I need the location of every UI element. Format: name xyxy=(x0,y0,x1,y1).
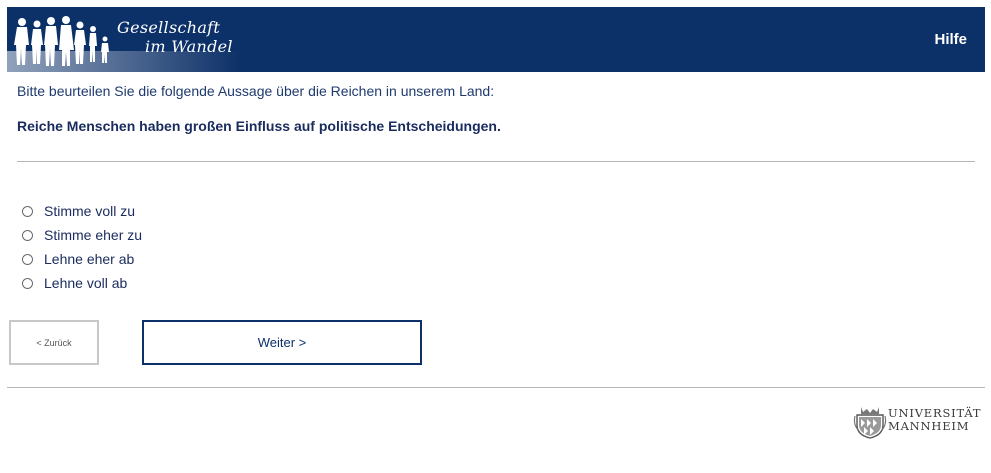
university-logo: UNIVERSITÄT MANNHEIM xyxy=(853,401,988,441)
option-stimme-eher-zu[interactable]: Stimme eher zu xyxy=(22,223,142,247)
help-link[interactable]: Hilfe xyxy=(934,31,967,48)
option-label: Lehne eher ab xyxy=(44,251,135,267)
next-button[interactable]: Weiter > xyxy=(142,320,422,365)
crest-icon xyxy=(853,407,887,439)
option-lehne-eher-ab[interactable]: Lehne eher ab xyxy=(22,247,142,271)
radio-button[interactable] xyxy=(22,229,33,241)
people-silhouettes-logo xyxy=(14,16,109,66)
footer-divider xyxy=(7,387,985,388)
back-button[interactable]: < Zurück xyxy=(9,320,99,365)
logo-wordmark: Gesellschaft im Wandel xyxy=(115,18,233,56)
question-intro: Bitte beurteilen Sie die folgende Aussag… xyxy=(17,83,495,99)
option-label: Stimme eher zu xyxy=(44,227,143,243)
divider xyxy=(17,161,975,162)
logo-line-2: im Wandel xyxy=(145,37,233,56)
university-line-2: MANNHEIM xyxy=(888,419,970,433)
radio-button[interactable] xyxy=(22,277,33,289)
option-label: Lehne voll ab xyxy=(44,275,128,291)
radio-button[interactable] xyxy=(22,205,33,217)
answer-options: Stimme voll zu Stimme eher zu Lehne eher… xyxy=(22,199,142,295)
question-statement: Reiche Menschen haben großen Einfluss au… xyxy=(17,118,501,134)
logo-line-1: Gesellschaft xyxy=(117,18,221,37)
option-label: Stimme voll zu xyxy=(44,203,136,219)
header-banner: Gesellschaft im Wandel Hilfe xyxy=(7,7,985,72)
option-stimme-voll-zu[interactable]: Stimme voll zu xyxy=(22,199,142,223)
university-name: UNIVERSITÄT MANNHEIM xyxy=(888,407,981,433)
option-lehne-voll-ab[interactable]: Lehne voll ab xyxy=(22,271,142,295)
radio-button[interactable] xyxy=(22,253,33,265)
